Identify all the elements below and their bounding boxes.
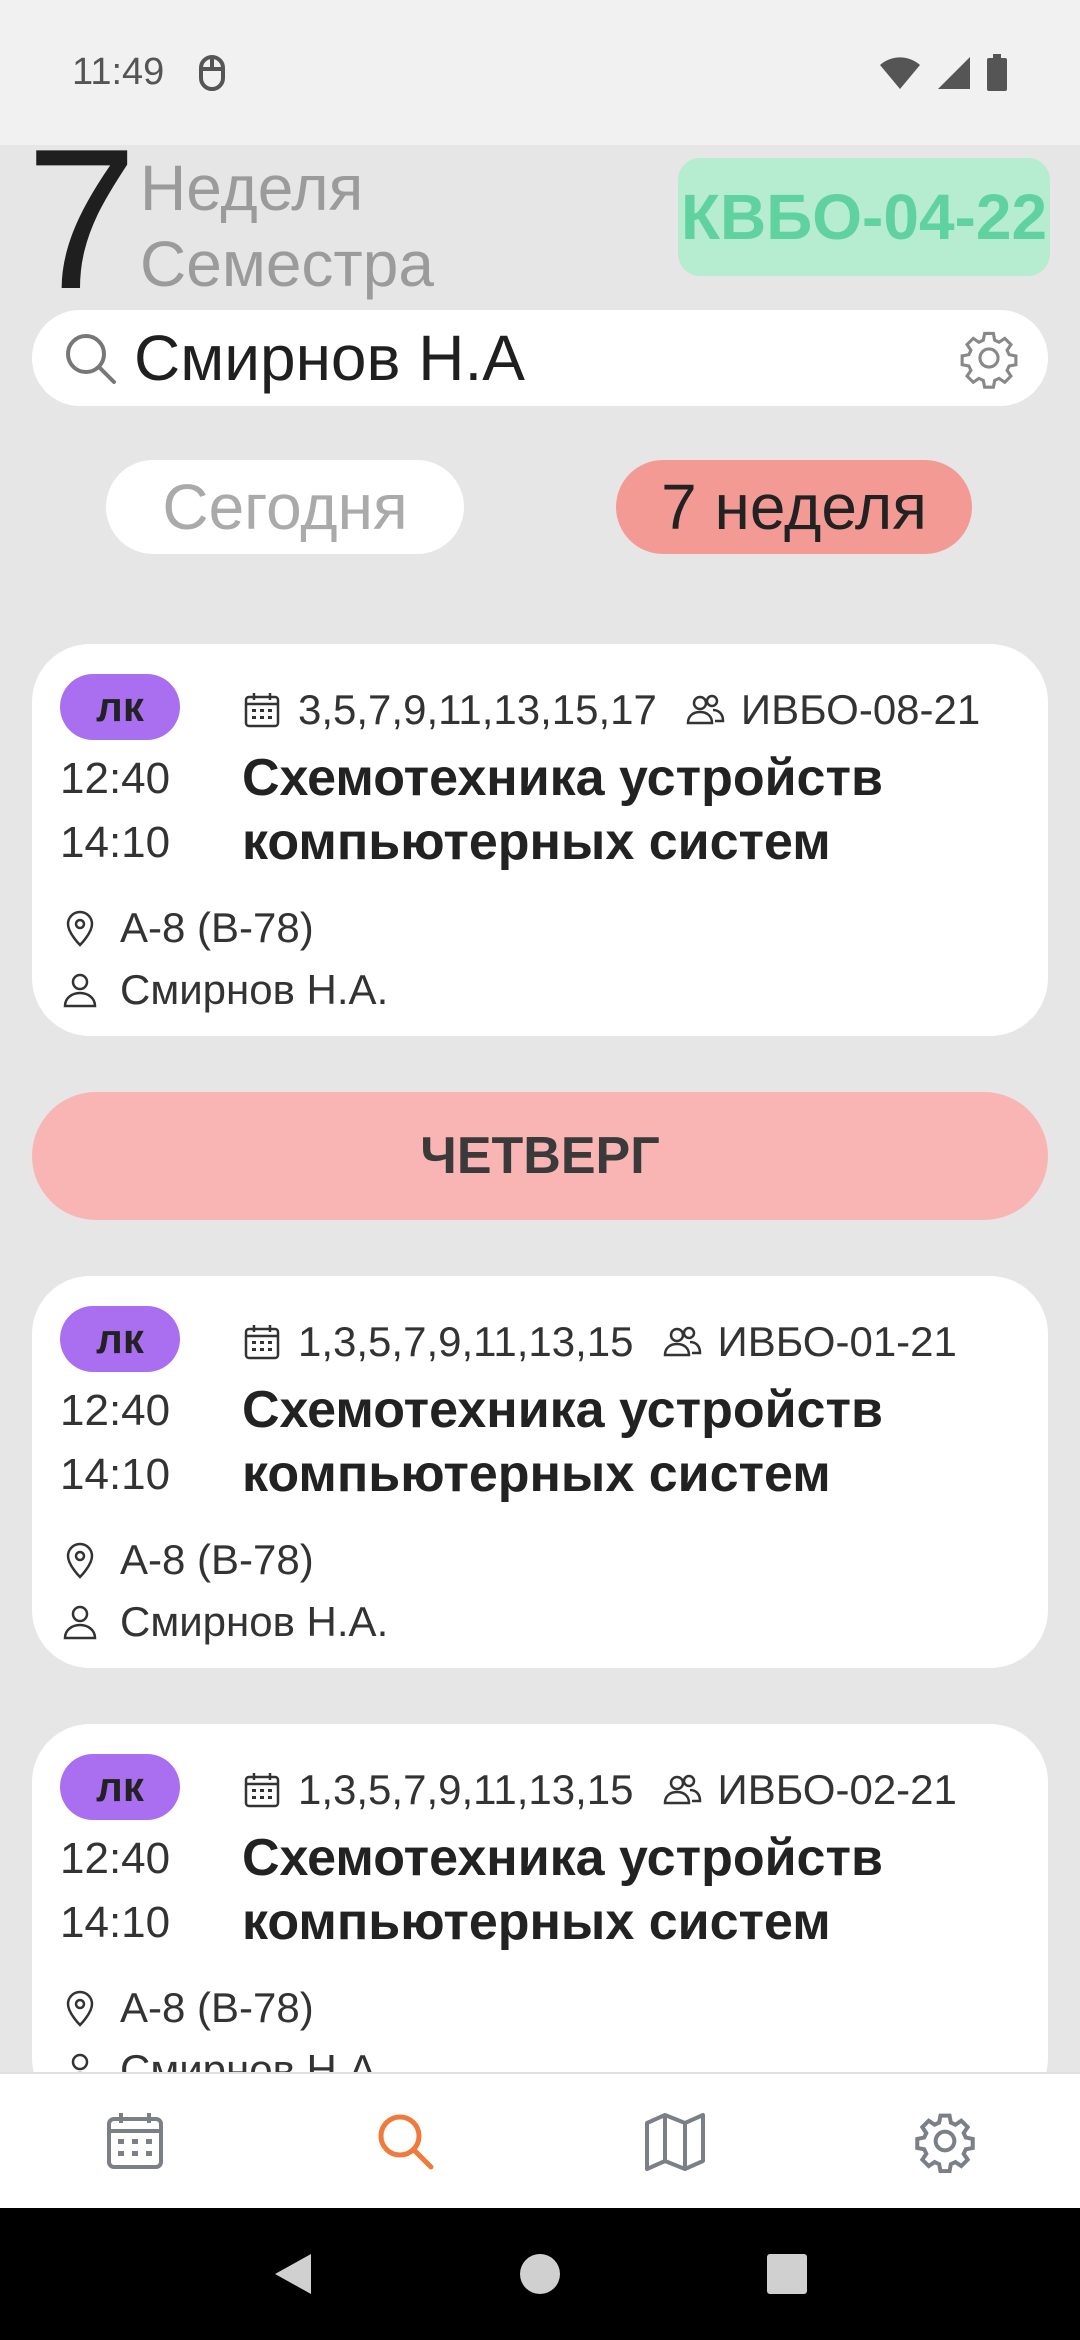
group-icon — [663, 1326, 701, 1357]
lesson-group-name: ИВБО-02-21 — [717, 1766, 957, 1813]
signal-icon — [938, 56, 970, 89]
gear-icon[interactable] — [958, 327, 1020, 389]
back-icon — [275, 2254, 312, 2294]
search-bar[interactable] — [32, 310, 1048, 406]
lesson-subject: Схемотехника устройств компьютерных сист… — [242, 1378, 1002, 1506]
lesson-meta: 1,3,5,7,9,11,13,15 ИВБО-01-21 — [242, 1318, 957, 1366]
wifi-icon — [880, 56, 920, 89]
lesson-room: А-8 (В-78) — [60, 1984, 314, 2032]
search-icon — [378, 2114, 434, 2170]
lesson-type-badge: лк — [60, 1754, 180, 1820]
lesson-room: А-8 (В-78) — [60, 904, 314, 952]
lesson-meta: 3,5,7,9,11,13,15,17 ИВБО-08-21 — [242, 686, 980, 734]
bottom-nav — [0, 2072, 1080, 2208]
calendar-icon — [107, 2113, 163, 2169]
lesson-teacher-name: Смирнов Н.А. — [120, 1598, 389, 1645]
map-icon — [645, 2113, 705, 2171]
nav-search[interactable] — [345, 2091, 465, 2191]
lesson-start-time: 12:40 — [60, 1386, 171, 1435]
location-pin-icon — [66, 1990, 94, 2027]
lesson-card[interactable]: лк 3,5,7,9,11,13,15,17 ИВБО-08-21 12:40 … — [32, 644, 1048, 1036]
lesson-group: ИВБО-01-21 — [662, 1318, 957, 1366]
battery-icon — [987, 53, 1007, 91]
lesson-group: ИВБО-08-21 — [685, 686, 980, 734]
lesson-weeks: 3,5,7,9,11,13,15,17 — [298, 686, 657, 733]
group-icon — [686, 694, 725, 725]
search-input[interactable] — [134, 318, 958, 398]
search-icon — [66, 334, 116, 384]
week-caption-line1: Неделя — [140, 152, 364, 224]
lesson-subject: Схемотехника устройств компьютерных сист… — [242, 1826, 1002, 1954]
lesson-group-name: ИВБО-01-21 — [717, 1318, 957, 1365]
lesson-end-time: 14:10 — [60, 1898, 171, 1947]
nav-schedule[interactable] — [75, 2091, 195, 2191]
week-button[interactable]: 7 неделя — [616, 460, 972, 554]
lesson-teacher: Смирнов Н.А. — [60, 1598, 388, 1646]
week-caption: Неделя Семестра — [140, 150, 434, 302]
week-number: 7 — [26, 108, 138, 331]
mouse-icon — [199, 54, 226, 91]
calendar-icon — [244, 1325, 280, 1360]
person-icon — [63, 1605, 97, 1640]
week-caption-line2: Семестра — [140, 228, 434, 300]
lesson-subject-line2: компьютерных систем — [242, 1445, 831, 1503]
app-screen: 11:49 7 Неделя Семестра КВБО-04-22 Смирн… — [0, 0, 1080, 2340]
lesson-subject-line1: Схемотехника устройств — [242, 1381, 883, 1439]
lesson-subject-line1: Схемотехника устройств — [242, 749, 883, 807]
location-pin-icon — [66, 1542, 94, 1579]
lesson-type-badge: лк — [60, 1306, 180, 1372]
lesson-subject-line1: Схемотехника устройств — [242, 1829, 883, 1887]
lesson-room-name: А-8 (В-78) — [120, 1536, 314, 1583]
calendar-icon — [244, 693, 280, 728]
home-button[interactable] — [510, 2244, 570, 2304]
lesson-start-time: 12:40 — [60, 754, 171, 803]
status-icons — [878, 53, 1008, 92]
day-header: ЧЕТВЕРГ — [32, 1092, 1048, 1220]
lesson-card[interactable]: лк 1,3,5,7,9,11,13,15 ИВБО-02-21 12:40 1… — [32, 1724, 1048, 2116]
nav-settings[interactable] — [885, 2091, 1005, 2191]
lesson-end-time: 14:10 — [60, 1450, 171, 1499]
nav-map[interactable] — [615, 2091, 735, 2191]
status-bar: 11:49 — [0, 0, 1080, 145]
lesson-room: А-8 (В-78) — [60, 1536, 314, 1584]
lesson-teacher: Смирнов Н.А. — [60, 966, 388, 1014]
lesson-card[interactable]: лк 1,3,5,7,9,11,13,15 ИВБО-01-21 12:40 1… — [32, 1276, 1048, 1668]
home-icon — [519, 2254, 560, 2294]
group-icon — [663, 1774, 701, 1805]
lesson-type-badge: лк — [60, 674, 180, 740]
lesson-end-time: 14:10 — [60, 818, 171, 867]
lesson-meta: 1,3,5,7,9,11,13,15 ИВБО-02-21 — [242, 1766, 957, 1814]
lesson-teacher-name: Смирнов Н.А. — [120, 966, 389, 1013]
lesson-weeks: 1,3,5,7,9,11,13,15 — [298, 1766, 634, 1813]
status-time: 11:49 — [72, 51, 165, 93]
location-pin-icon — [66, 910, 94, 947]
lesson-subject-line2: компьютерных систем — [242, 1893, 831, 1951]
lesson-subject-line2: компьютерных систем — [242, 813, 831, 871]
lesson-start-time: 12:40 — [60, 1834, 171, 1883]
group-badge[interactable]: КВБО-04-22 — [678, 158, 1050, 276]
today-button[interactable]: Сегодня — [106, 460, 464, 554]
calendar-icon — [244, 1773, 280, 1808]
recents-button[interactable] — [757, 2244, 817, 2304]
lesson-room-name: А-8 (В-78) — [120, 904, 314, 951]
lesson-group: ИВБО-02-21 — [662, 1766, 957, 1814]
lesson-room-name: А-8 (В-78) — [120, 1984, 314, 2031]
back-button[interactable] — [263, 2244, 323, 2304]
lesson-subject: Схемотехника устройств компьютерных сист… — [242, 746, 1002, 874]
lesson-group-name: ИВБО-08-21 — [740, 686, 981, 733]
settings-icon — [915, 2113, 975, 2173]
person-icon — [63, 973, 97, 1008]
recents-icon — [766, 2254, 807, 2294]
lesson-weeks: 1,3,5,7,9,11,13,15 — [298, 1318, 634, 1365]
system-nav-bar — [0, 2208, 1080, 2340]
